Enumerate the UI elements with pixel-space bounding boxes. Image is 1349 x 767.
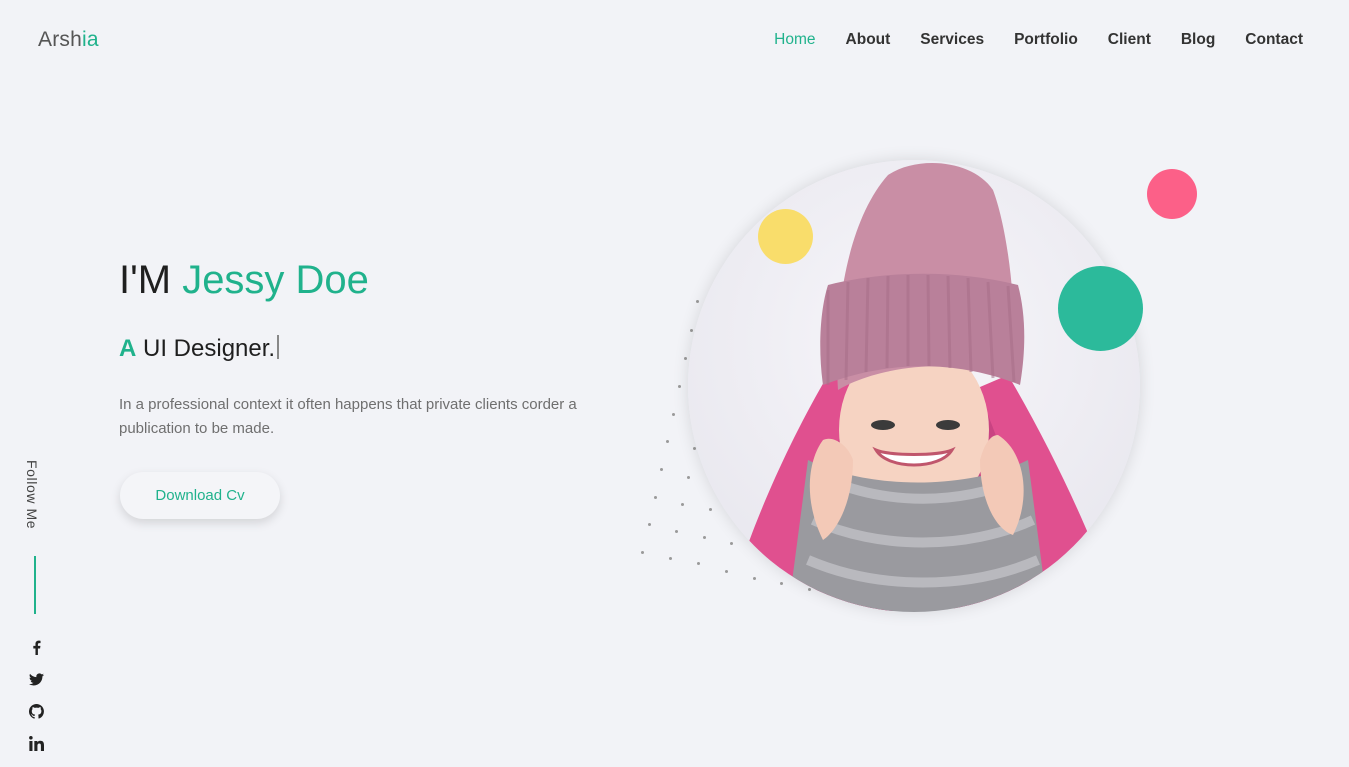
profile-illustration xyxy=(688,160,1140,612)
pattern-dot xyxy=(725,570,728,573)
pattern-dot xyxy=(730,542,733,545)
pattern-dot xyxy=(808,588,811,591)
nav-home[interactable]: Home xyxy=(774,31,815,49)
main-nav: Home About Services Portfolio Client Blo… xyxy=(774,31,1303,49)
nav-client[interactable]: Client xyxy=(1108,31,1151,49)
pink-bubble xyxy=(1147,169,1197,219)
nav-blog[interactable]: Blog xyxy=(1181,31,1215,49)
logo-accent: ia xyxy=(81,28,99,51)
pattern-dot xyxy=(648,523,651,526)
pattern-dot xyxy=(672,413,675,416)
nav-about[interactable]: About xyxy=(846,31,891,49)
github-icon[interactable] xyxy=(28,703,44,719)
download-cv-button[interactable]: Download Cv xyxy=(120,472,280,519)
pattern-dot xyxy=(696,300,699,303)
subtitle-accent: A xyxy=(119,335,137,362)
facebook-icon[interactable] xyxy=(28,639,44,655)
site-logo[interactable]: Arshia xyxy=(38,28,99,52)
nav-portfolio[interactable]: Portfolio xyxy=(1014,31,1078,49)
pattern-dot xyxy=(681,503,684,506)
follow-me-label: Follow Me xyxy=(24,460,40,530)
hero-description: In a professional context it often happe… xyxy=(119,396,577,437)
pattern-dot xyxy=(675,530,678,533)
profile-photo xyxy=(688,160,1140,612)
pattern-dot xyxy=(687,476,690,479)
follow-divider xyxy=(34,556,36,614)
hero-name: Jessy Doe xyxy=(182,258,369,302)
logo-prefix: Arsh xyxy=(38,28,82,51)
pattern-dot xyxy=(697,562,700,565)
pattern-dot xyxy=(753,577,756,580)
pattern-dot xyxy=(641,551,644,554)
pattern-dot xyxy=(703,536,706,539)
hero-title: I'M Jessy Doe xyxy=(119,258,369,303)
green-bubble xyxy=(1058,266,1143,351)
pattern-dot xyxy=(709,508,712,511)
nav-services[interactable]: Services xyxy=(920,31,984,49)
pattern-dot xyxy=(690,329,693,332)
pattern-dot xyxy=(654,496,657,499)
hero-subtitle: A UI Designer. xyxy=(119,335,280,363)
pattern-dot xyxy=(660,468,663,471)
typing-cursor xyxy=(277,335,280,359)
twitter-icon[interactable] xyxy=(28,671,44,687)
subtitle-role: UI Designer. xyxy=(136,335,276,362)
pattern-dot xyxy=(684,357,687,360)
linkedin-icon[interactable] xyxy=(28,735,44,751)
pattern-dot xyxy=(678,385,681,388)
pattern-dot xyxy=(669,557,672,560)
hero-intro: I'M xyxy=(119,258,183,302)
pattern-dot xyxy=(780,582,783,585)
nav-contact[interactable]: Contact xyxy=(1245,31,1303,49)
yellow-bubble xyxy=(758,209,813,264)
pattern-dot xyxy=(666,440,669,443)
